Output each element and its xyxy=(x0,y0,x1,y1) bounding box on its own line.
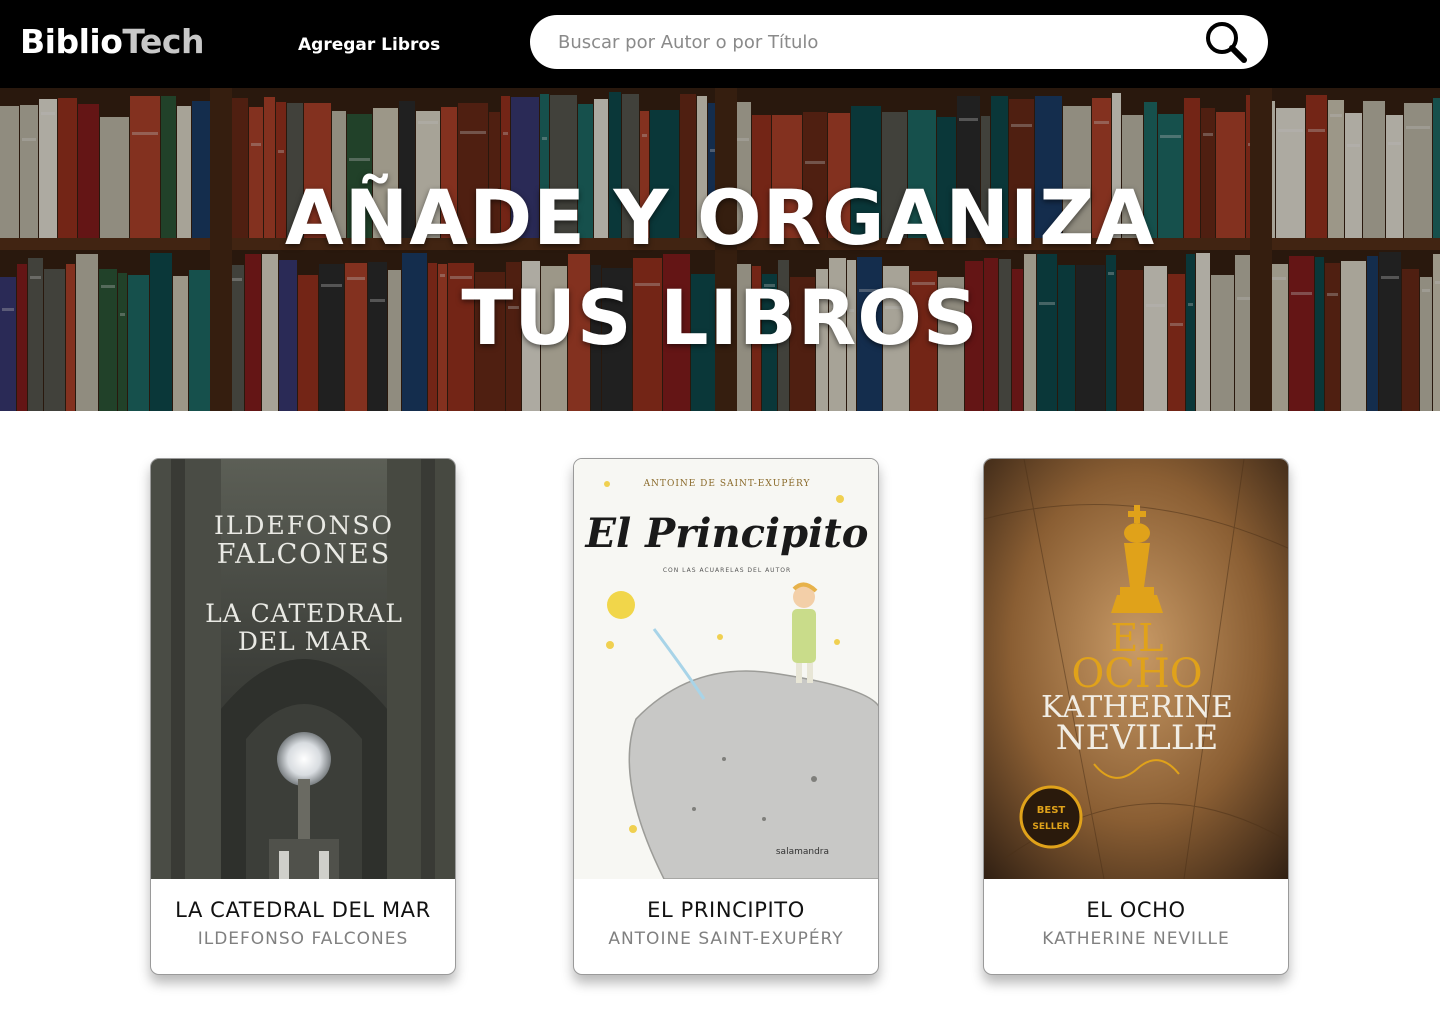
cover-text: salamandra xyxy=(776,847,829,857)
cover-text: ANTOINE DE SAINT-EXUPÉRY xyxy=(643,477,811,489)
cover-text: BEST xyxy=(1037,805,1066,816)
search-input[interactable] xyxy=(558,25,1198,59)
cover-text: DEL MAR xyxy=(238,627,370,656)
brand-logo-part2: Tech xyxy=(122,22,204,61)
book-cover-image: ILDEFONSO FALCONES LA CATEDRAL DEL MAR xyxy=(151,459,455,879)
hero-heading: AÑADE Y ORGANIZA TUS LIBROS xyxy=(0,168,1440,368)
add-books-link[interactable]: Agregar Libros xyxy=(298,32,440,58)
book-cover-image: EL OCHO KATHERINE NEVILLE BEST SELLER xyxy=(984,459,1288,879)
book-author: ANTOINE SAINT-EXUPÉRY xyxy=(608,929,844,949)
brand-logo[interactable]: BiblioTech xyxy=(20,20,204,64)
search-bar xyxy=(530,15,1268,69)
book-title: EL OCHO xyxy=(1086,898,1186,922)
book-title: LA CATEDRAL DEL MAR xyxy=(175,898,431,922)
cover-text: NEVILLE xyxy=(1056,718,1219,758)
book-cover-image: ANTOINE DE SAINT-EXUPÉRY El Principito C… xyxy=(574,459,878,879)
hero-heading-line2: TUS LIBROS xyxy=(461,273,979,362)
book-author: ILDEFONSO FALCONES xyxy=(197,929,409,949)
hero-heading-line1: AÑADE Y ORGANIZA xyxy=(284,173,1156,262)
book-card[interactable]: ANTOINE DE SAINT-EXUPÉRY El Principito C… xyxy=(573,458,879,975)
magnifier-icon xyxy=(1206,22,1247,63)
brand-logo-part1: Biblio xyxy=(20,22,123,61)
book-card[interactable]: ILDEFONSO FALCONES LA CATEDRAL DEL MAR L… xyxy=(150,458,456,975)
book-card[interactable]: EL OCHO KATHERINE NEVILLE BEST SELLER EL… xyxy=(983,458,1289,975)
cover-text: ILDEFONSO xyxy=(214,511,394,540)
book-title: EL PRINCIPITO xyxy=(647,898,805,922)
book-author: KATHERINE NEVILLE xyxy=(1042,929,1230,949)
hero-banner: AÑADE Y ORGANIZA TUS LIBROS xyxy=(0,88,1440,411)
cover-text: El Principito xyxy=(585,510,869,557)
search-button[interactable] xyxy=(1202,19,1250,65)
cover-text: CON LAS ACUARELAS DEL AUTOR xyxy=(663,567,791,574)
cover-text: SELLER xyxy=(1032,822,1069,832)
cover-text: FALCONES xyxy=(217,539,391,570)
cover-text: LA CATEDRAL xyxy=(205,599,403,628)
top-navigation-bar: BiblioTech Agregar Libros xyxy=(0,0,1440,88)
